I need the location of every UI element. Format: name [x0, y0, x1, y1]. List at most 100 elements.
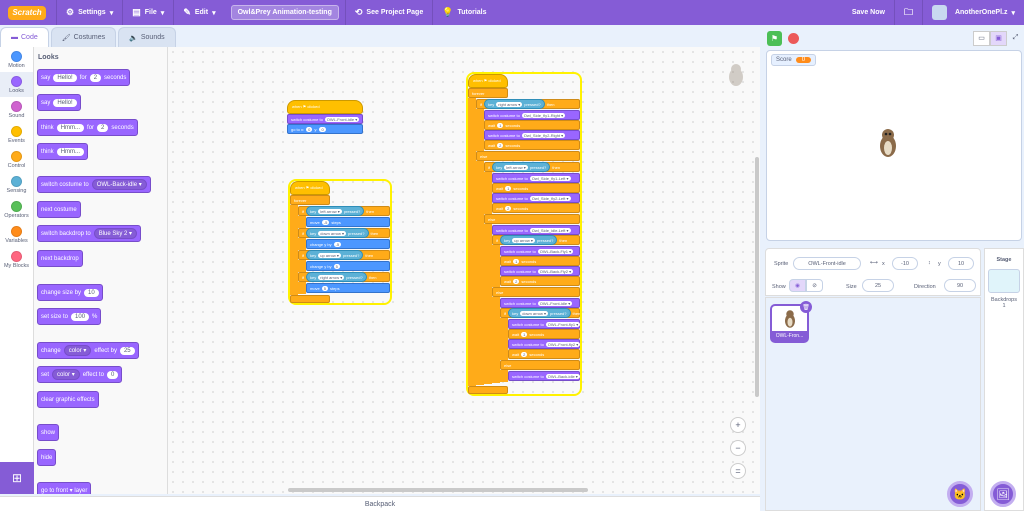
switch-costume-block[interactable]: switch costume to OWL-Back-idle ▾: [37, 176, 151, 193]
if-block[interactable]: if key down arrow ▾ pressed? then: [298, 228, 390, 238]
key-pressed-block[interactable]: key down arrow ▾ pressed?: [306, 228, 369, 238]
if-else-block[interactable]: if key up arrow ▾ pressed? then: [492, 235, 580, 245]
category-looks[interactable]: Looks: [0, 72, 33, 97]
edit-menu[interactable]: ✎ Edit ▾: [173, 0, 224, 25]
script-stack-3[interactable]: when ⚑ clicked forever if key right arrow …: [468, 74, 580, 394]
category-variables[interactable]: Variables: [0, 222, 33, 247]
script-stack-1[interactable]: when ⚑ clicked switch costume to OWL-Fron…: [287, 100, 364, 134]
stage-selector[interactable]: Stage Backdrops 1: [984, 248, 1024, 511]
say-block[interactable]: say Hello!: [37, 94, 81, 111]
hide-block[interactable]: hide: [37, 449, 57, 466]
fullscreen-button[interactable]: ⤢: [1007, 31, 1024, 46]
key-pressed-block[interactable]: key up arrow ▾ pressed?: [500, 235, 558, 245]
go-to-layer-block[interactable]: go to front ▾ layer: [37, 482, 92, 494]
switch-costume-block[interactable]: switch costume to Owl_Side_fly2-Left ▾: [492, 193, 580, 203]
account-menu[interactable]: AnotherOnePl.z ▾: [921, 0, 1024, 25]
switch-costume-block[interactable]: switch costume to Owl_Side_fly1-Left ▾: [492, 173, 580, 183]
when-flag-clicked-block[interactable]: when ⚑ clicked: [287, 100, 364, 114]
switch-costume-block[interactable]: switch costume to OWL-Front-idle ▾: [287, 114, 364, 124]
key-pressed-block[interactable]: key left arrow ▾ pressed?: [306, 206, 365, 216]
tab-costumes[interactable]: 🖌 Costumes: [50, 27, 117, 47]
show-hidden-button[interactable]: ⊘: [806, 279, 823, 292]
change-y-block[interactable]: change y by 5: [306, 261, 390, 271]
forever-block[interactable]: forever: [468, 88, 508, 98]
wait-block[interactable]: wait 1 seconds: [492, 183, 580, 193]
next-backdrop-block[interactable]: next backdrop: [37, 250, 83, 267]
settings-menu[interactable]: ⚙ Settings ▾: [56, 0, 122, 25]
scratch-logo[interactable]: Scratch: [8, 5, 46, 20]
category-my-blocks[interactable]: My Blocks: [0, 247, 33, 272]
wait-block[interactable]: wait 1 seconds: [508, 329, 580, 339]
tab-sounds[interactable]: 🔈 Sounds: [118, 27, 176, 47]
move-steps-block[interactable]: move -5 steps: [306, 217, 390, 227]
sprite-tile[interactable]: OWL-Fron... 🗑: [770, 301, 812, 343]
my-stuff-button[interactable]: 🗀: [893, 0, 922, 25]
switch-costume-block[interactable]: switch costume to OWL-Back-Fly1 ▾: [500, 246, 580, 256]
show-block[interactable]: show: [37, 424, 60, 441]
category-sound[interactable]: Sound: [0, 97, 33, 122]
set-effect-block[interactable]: set color ▾ effect to 0: [37, 366, 123, 383]
change-y-block[interactable]: change y by -5: [306, 239, 390, 249]
add-extension-button[interactable]: ⊞: [0, 462, 34, 494]
next-costume-block[interactable]: next costume: [37, 201, 81, 218]
zoom-out-button[interactable]: −: [730, 440, 746, 456]
if-else-block[interactable]: if key right arrow ▾ pressed? then: [476, 99, 580, 109]
key-pressed-block[interactable]: key left arrow ▾ pressed?: [492, 162, 551, 172]
if-block[interactable]: if key up arrow ▾ pressed? then: [298, 250, 390, 260]
when-flag-clicked-block[interactable]: when ⚑ clicked: [468, 74, 508, 88]
green-flag-button[interactable]: ⚑: [767, 30, 782, 46]
when-flag-clicked-block[interactable]: when ⚑ clicked: [290, 181, 330, 195]
forever-block[interactable]: forever: [290, 195, 330, 205]
switch-costume-block[interactable]: switch costume to Owl_Side_fly1-Right ▾: [484, 110, 580, 120]
key-pressed-block[interactable]: key right arrow ▾ pressed?: [484, 99, 545, 109]
y-input[interactable]: 10: [948, 257, 974, 270]
if-else-block[interactable]: if key down arrow ▾ pressed? then: [500, 308, 580, 318]
key-pressed-block[interactable]: key up arrow ▾ pressed?: [306, 250, 364, 260]
small-stage-button[interactable]: ▭: [973, 30, 990, 46]
category-motion[interactable]: Motion: [0, 47, 33, 72]
if-block[interactable]: if key right arrow ▾ pressed? then: [298, 272, 390, 282]
wait-block[interactable]: wait 2 seconds: [500, 276, 580, 286]
category-control[interactable]: Control: [0, 147, 33, 172]
delete-sprite-button[interactable]: 🗑: [800, 301, 812, 313]
add-backdrop-button[interactable]: 🖼: [990, 481, 1016, 507]
direction-input[interactable]: 90: [944, 279, 976, 292]
large-stage-button[interactable]: ▣: [990, 30, 1007, 46]
file-menu[interactable]: ▤ File ▾: [122, 0, 173, 25]
show-visible-button[interactable]: ◉: [789, 279, 806, 292]
add-sprite-button[interactable]: 🐱: [947, 481, 973, 507]
size-input[interactable]: 25: [862, 279, 894, 292]
category-operators[interactable]: Operators: [0, 197, 33, 222]
if-else-block[interactable]: if key left arrow ▾ pressed? then: [484, 162, 580, 172]
wait-block[interactable]: wait 1 seconds: [500, 256, 580, 266]
switch-costume-block[interactable]: switch costume to OWL-Front-idle ▾: [500, 298, 580, 308]
switch-costume-block[interactable]: switch costume to OWL-Back-idle ▾: [508, 371, 580, 381]
switch-backdrop-block[interactable]: switch backdrop to Blue Sky 2 ▾: [37, 225, 142, 242]
sprite-name-input[interactable]: OWL-Front-idle: [793, 257, 861, 270]
project-title-input[interactable]: Owl&Prey Animation-testing: [230, 5, 339, 20]
owl-sprite[interactable]: [878, 127, 898, 159]
switch-costume-block[interactable]: switch costume to OWL-Front-fly2 ▾: [508, 339, 581, 349]
see-project-page-button[interactable]: ⟲ See Project Page: [344, 0, 432, 25]
category-events[interactable]: Events: [0, 122, 33, 147]
switch-costume-block[interactable]: switch costume to OWL-Front-fly1 ▾: [508, 319, 581, 329]
score-monitor[interactable]: Score 0: [771, 54, 817, 66]
stage-thumbnail[interactable]: [988, 269, 1020, 293]
backpack-bar[interactable]: Backpack: [0, 496, 760, 511]
think-block[interactable]: think Hmm...: [37, 143, 89, 160]
think-for-block[interactable]: think Hmm... for 2 seconds: [37, 119, 138, 136]
go-to-xy-block[interactable]: go to x: 0 y: 0: [287, 124, 364, 134]
wait-block[interactable]: wait 2 seconds: [484, 140, 580, 150]
stop-button[interactable]: [788, 32, 799, 44]
script-stack-2[interactable]: when ⚑ clicked forever if key left arrow ▾…: [290, 181, 390, 303]
tab-code[interactable]: ▬ Code: [0, 27, 49, 47]
stage-canvas[interactable]: Score 0: [766, 50, 1022, 241]
key-pressed-block[interactable]: key down arrow ▾ pressed?: [508, 308, 571, 318]
change-effect-block[interactable]: change color ▾ effect by 25: [37, 342, 139, 359]
zoom-in-button[interactable]: +: [730, 417, 746, 433]
if-block[interactable]: if key left arrow ▾ pressed? then: [298, 206, 390, 216]
wait-block[interactable]: wait 2 seconds: [492, 203, 580, 213]
move-steps-block[interactable]: move 5 steps: [306, 283, 390, 293]
save-now-button[interactable]: Save Now: [843, 0, 894, 25]
change-size-block[interactable]: change size by 10: [37, 284, 103, 301]
